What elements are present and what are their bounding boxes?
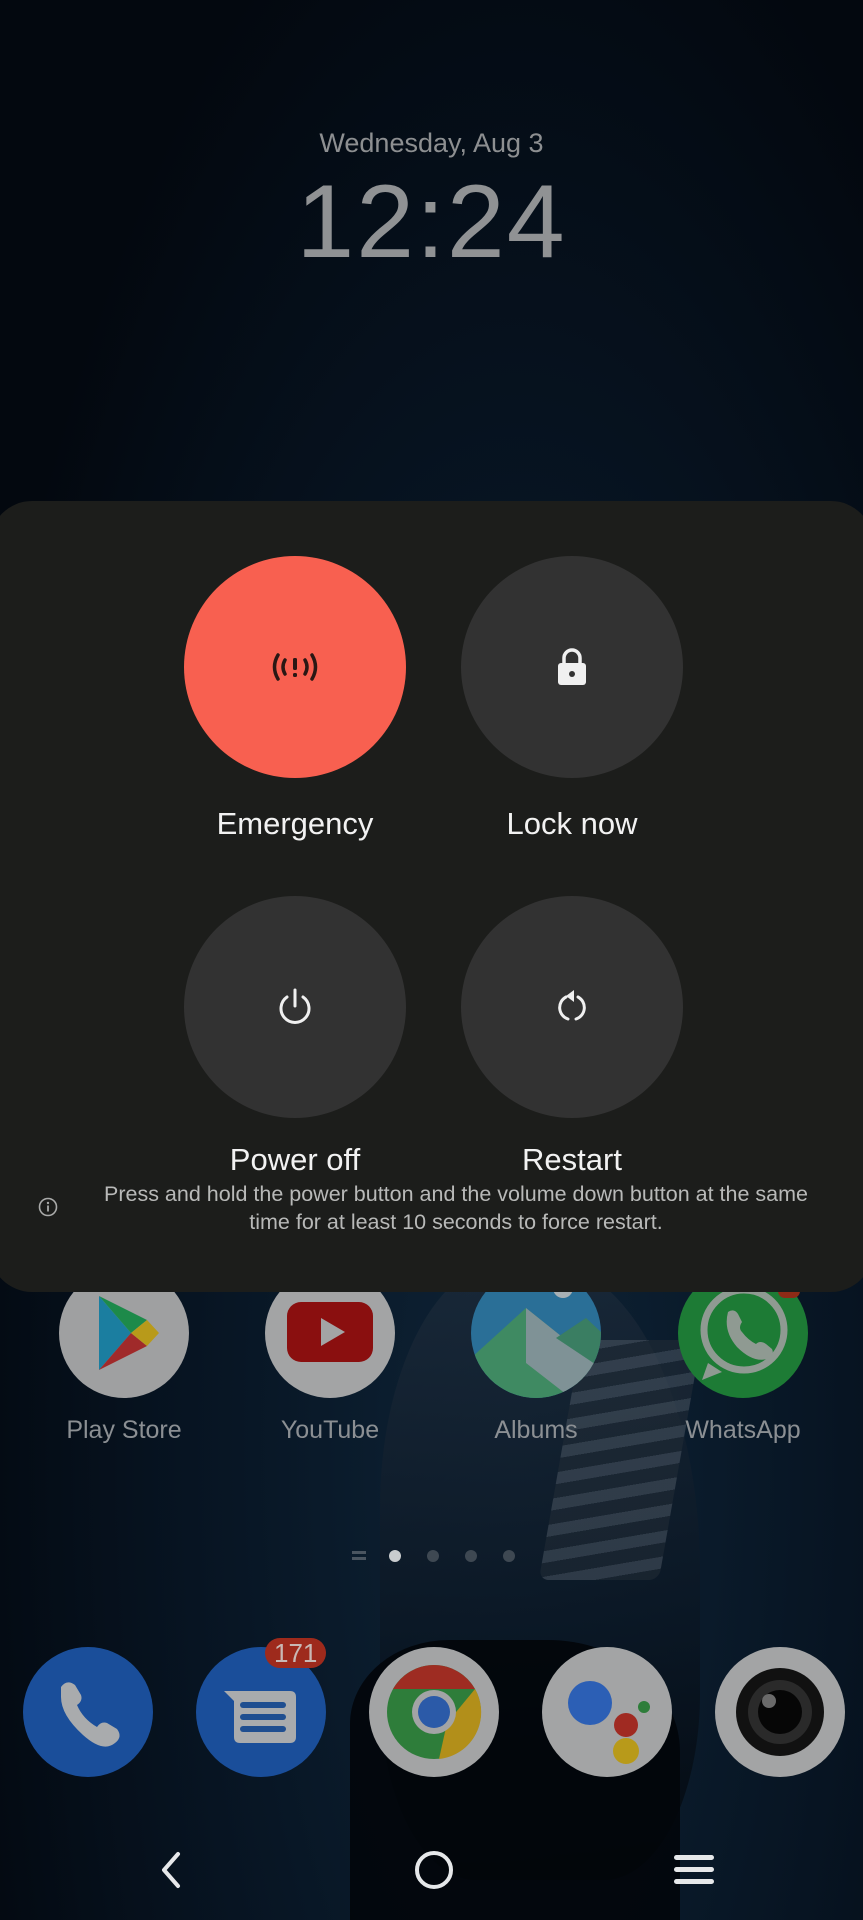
back-button[interactable] <box>136 1840 206 1900</box>
page-dot-3[interactable] <box>465 1550 477 1562</box>
lock-now-button[interactable] <box>461 556 683 778</box>
lockscreen-clock: 12:24 <box>296 164 567 280</box>
page-dot-2[interactable] <box>427 1550 439 1562</box>
app-drawer-list-icon[interactable] <box>352 1551 366 1561</box>
power-icon <box>279 988 311 1024</box>
navigation-bar <box>0 1840 863 1900</box>
lockscreen-date: Wednesday, Aug 3 <box>319 128 544 158</box>
app-youtube[interactable]: YouTube <box>260 1268 400 1445</box>
lock-now-label: Lock now <box>506 806 638 841</box>
emergency-action: Emergency <box>184 556 406 842</box>
app-label: YouTube <box>280 1416 380 1444</box>
lock-icon <box>558 648 586 685</box>
menu-button[interactable] <box>659 1840 729 1900</box>
info-icon <box>38 1197 58 1217</box>
page-indicator <box>0 1548 863 1564</box>
force-restart-hint-text: Press and hold the power button and the … <box>104 1182 808 1234</box>
power-off-button[interactable] <box>184 896 406 1118</box>
page-dot-4[interactable] <box>503 1550 515 1562</box>
phone-icon[interactable] <box>23 1647 153 1777</box>
app-label: Albums <box>494 1416 578 1444</box>
restart-action: Restart <box>461 896 683 1178</box>
emergency-broadcast-icon <box>272 653 318 681</box>
app-label: WhatsApp <box>685 1416 801 1444</box>
messages-unread-badge: 171 <box>265 1638 327 1668</box>
page-dot-1[interactable] <box>389 1550 401 1562</box>
power-off-action: Power off <box>184 896 406 1178</box>
power-menu-panel <box>0 501 863 1292</box>
home-button[interactable] <box>399 1840 469 1900</box>
app-play-store[interactable]: Play Store <box>54 1268 194 1445</box>
restart-button[interactable] <box>461 896 683 1118</box>
emergency-button[interactable] <box>184 556 406 778</box>
lock-now-action: Lock now <box>461 556 683 842</box>
chrome-icon[interactable] <box>369 1647 499 1777</box>
restart-label: Restart <box>522 1142 622 1177</box>
restart-icon <box>558 990 586 1021</box>
back-icon <box>162 1852 180 1888</box>
menu-icon <box>674 1855 714 1884</box>
home-icon <box>415 1851 453 1889</box>
app-albums[interactable]: Albums <box>466 1268 606 1445</box>
power-off-label: Power off <box>229 1142 361 1177</box>
emergency-label: Emergency <box>216 806 374 841</box>
app-label: Play Store <box>66 1416 182 1444</box>
assistant-icon[interactable] <box>542 1647 672 1777</box>
camera-icon[interactable] <box>715 1647 845 1777</box>
